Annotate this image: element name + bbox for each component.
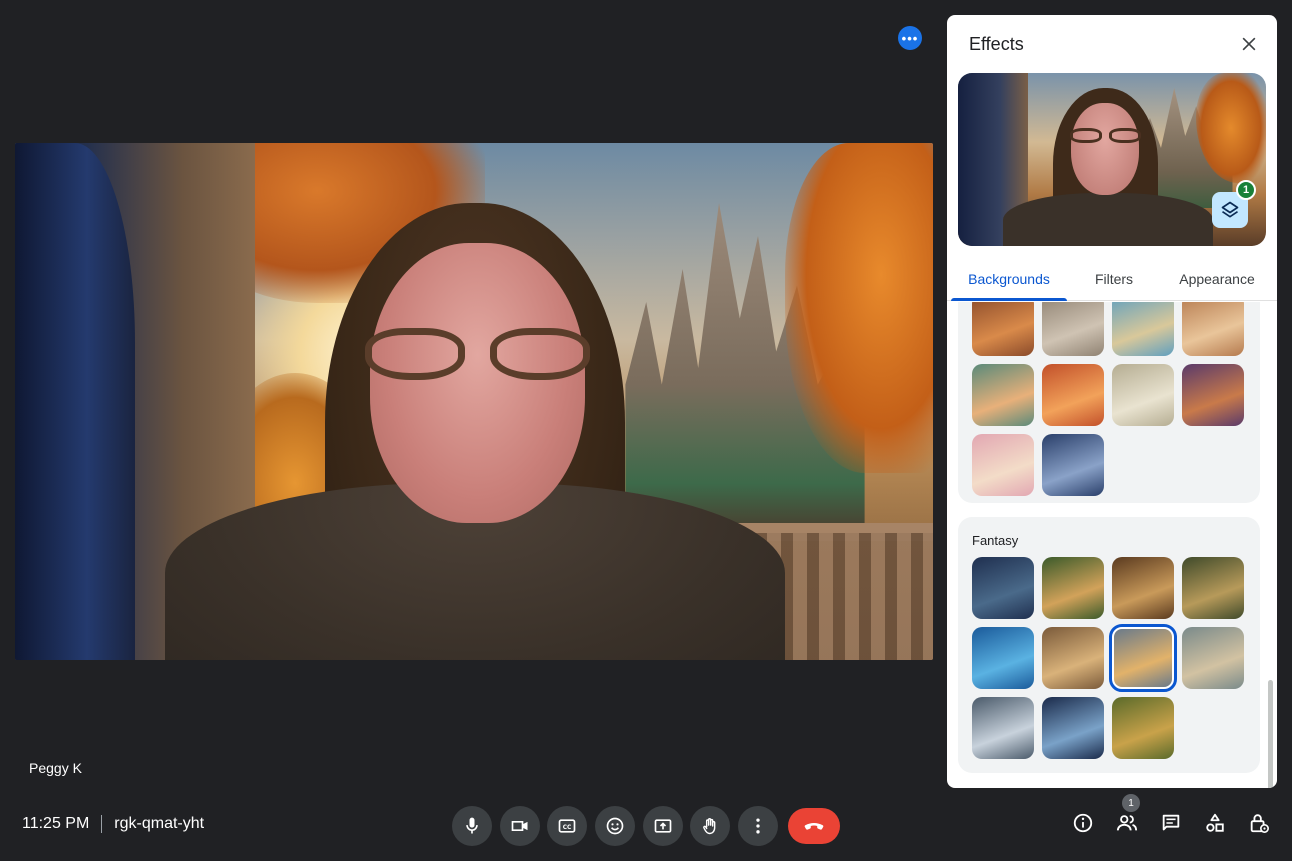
more-vert-icon xyxy=(756,818,760,834)
emoji-button[interactable] xyxy=(595,806,636,846)
preview-glasses xyxy=(1068,128,1143,144)
raise-hand-icon xyxy=(703,818,716,835)
background-grid-fantasy xyxy=(972,557,1246,759)
info-icon xyxy=(1073,813,1093,833)
preview-body xyxy=(1003,193,1213,246)
effects-tabs: Backgrounds Filters Appearance xyxy=(947,261,1277,301)
hangup-icon xyxy=(804,823,824,830)
background-grid-upper xyxy=(972,302,1246,496)
background-thumb-night-cafe[interactable] xyxy=(1182,364,1244,426)
mic-button[interactable] xyxy=(452,806,492,846)
participant-glasses xyxy=(360,328,595,388)
background-thumb-cockpit[interactable] xyxy=(1042,697,1104,759)
background-thumb-paris-window[interactable] xyxy=(1182,302,1244,356)
self-preview: 1 xyxy=(958,73,1266,246)
panel-scrollbar[interactable] xyxy=(1268,680,1273,788)
meeting-details-button[interactable] xyxy=(1066,806,1100,840)
call-controls: CC xyxy=(452,806,840,846)
host-controls-button[interactable] xyxy=(1242,806,1276,840)
present-icon xyxy=(654,819,672,833)
layers-icon xyxy=(1221,201,1239,218)
present-button[interactable] xyxy=(642,806,683,846)
camera-button[interactable] xyxy=(499,806,540,846)
background-thumb-car-interior[interactable] xyxy=(1042,434,1104,496)
background-thumb-futuristic-city[interactable] xyxy=(1182,627,1244,689)
background-thumb-dark-hall[interactable] xyxy=(972,557,1034,619)
close-panel-button[interactable] xyxy=(1237,32,1261,56)
mic-icon xyxy=(466,817,478,834)
tab-filters[interactable]: Filters xyxy=(1071,261,1157,300)
captions-button[interactable]: CC xyxy=(547,806,588,846)
people-count-badge: 1 xyxy=(1122,794,1140,812)
meeting-code: rgk-qmat-yht xyxy=(114,815,205,832)
background-thumb-golden-chamber[interactable] xyxy=(1112,557,1174,619)
host-controls-icon xyxy=(1250,814,1269,833)
activities-button[interactable] xyxy=(1198,806,1232,840)
preview-face xyxy=(1071,103,1139,195)
close-icon xyxy=(1242,37,1256,51)
background-thumb-minimal-room[interactable] xyxy=(1112,364,1174,426)
raise-hand-button[interactable] xyxy=(690,806,731,846)
background-thumb-space-station[interactable] xyxy=(972,697,1034,759)
background-thumb-cozy-room[interactable] xyxy=(972,302,1034,356)
applied-effects-badge: 1 xyxy=(1236,180,1256,200)
effects-panel: Effects 1 Backgrounds Filters Appearance… xyxy=(947,15,1277,788)
background-thumb-underwater[interactable] xyxy=(972,627,1034,689)
more-options-icon[interactable]: ••• xyxy=(898,26,922,50)
activities-icon xyxy=(1206,813,1224,832)
more-vert-button[interactable] xyxy=(738,806,779,846)
tab-backgrounds[interactable]: Backgrounds xyxy=(947,261,1071,301)
background-thumb-castle-balcony[interactable] xyxy=(1109,624,1177,692)
camera-icon xyxy=(511,821,528,831)
svg-text:CC: CC xyxy=(563,825,572,831)
captions-icon: CC xyxy=(559,819,576,833)
emoji-icon xyxy=(606,817,624,835)
participant-video xyxy=(15,143,933,660)
participant-name: Peggy K xyxy=(29,760,82,776)
background-thumb-desert-town[interactable] xyxy=(1042,627,1104,689)
background-thumb-hobbit-home[interactable] xyxy=(1112,697,1174,759)
people-icon xyxy=(1116,815,1138,831)
side-controls: 1 xyxy=(1066,794,1286,840)
tab-appearance[interactable]: Appearance xyxy=(1157,261,1277,300)
background-thumb-diner[interactable] xyxy=(972,364,1034,426)
participant-person xyxy=(165,183,785,660)
hangup-button[interactable] xyxy=(787,808,840,844)
panel-title: Effects xyxy=(969,34,1024,54)
background-thumb-forest-camp[interactable] xyxy=(1042,557,1104,619)
background-thumb-pink-sky[interactable] xyxy=(972,434,1034,496)
people-button[interactable]: 1 xyxy=(1110,794,1144,840)
chat-icon xyxy=(1162,814,1180,831)
background-thumb-living-room[interactable] xyxy=(1042,302,1104,356)
video-bg-curtain xyxy=(15,143,135,660)
meeting-info: 11:25 PM rgk-qmat-yht xyxy=(22,815,204,833)
background-section-upper xyxy=(958,302,1260,503)
background-section-fantasy: Fantasy xyxy=(958,517,1260,773)
background-thumb-retro-kitchen[interactable] xyxy=(1042,364,1104,426)
chat-button[interactable] xyxy=(1154,806,1188,840)
video-bg-tree-right xyxy=(785,143,933,473)
section-title-fantasy: Fantasy xyxy=(972,533,1019,548)
background-thumb-forest-ruins[interactable] xyxy=(1182,557,1244,619)
clock: 11:25 PM xyxy=(22,815,90,832)
divider xyxy=(101,815,103,833)
background-thumb-beach-window[interactable] xyxy=(1112,302,1174,356)
backgrounds-list[interactable]: Fantasy xyxy=(958,302,1260,788)
